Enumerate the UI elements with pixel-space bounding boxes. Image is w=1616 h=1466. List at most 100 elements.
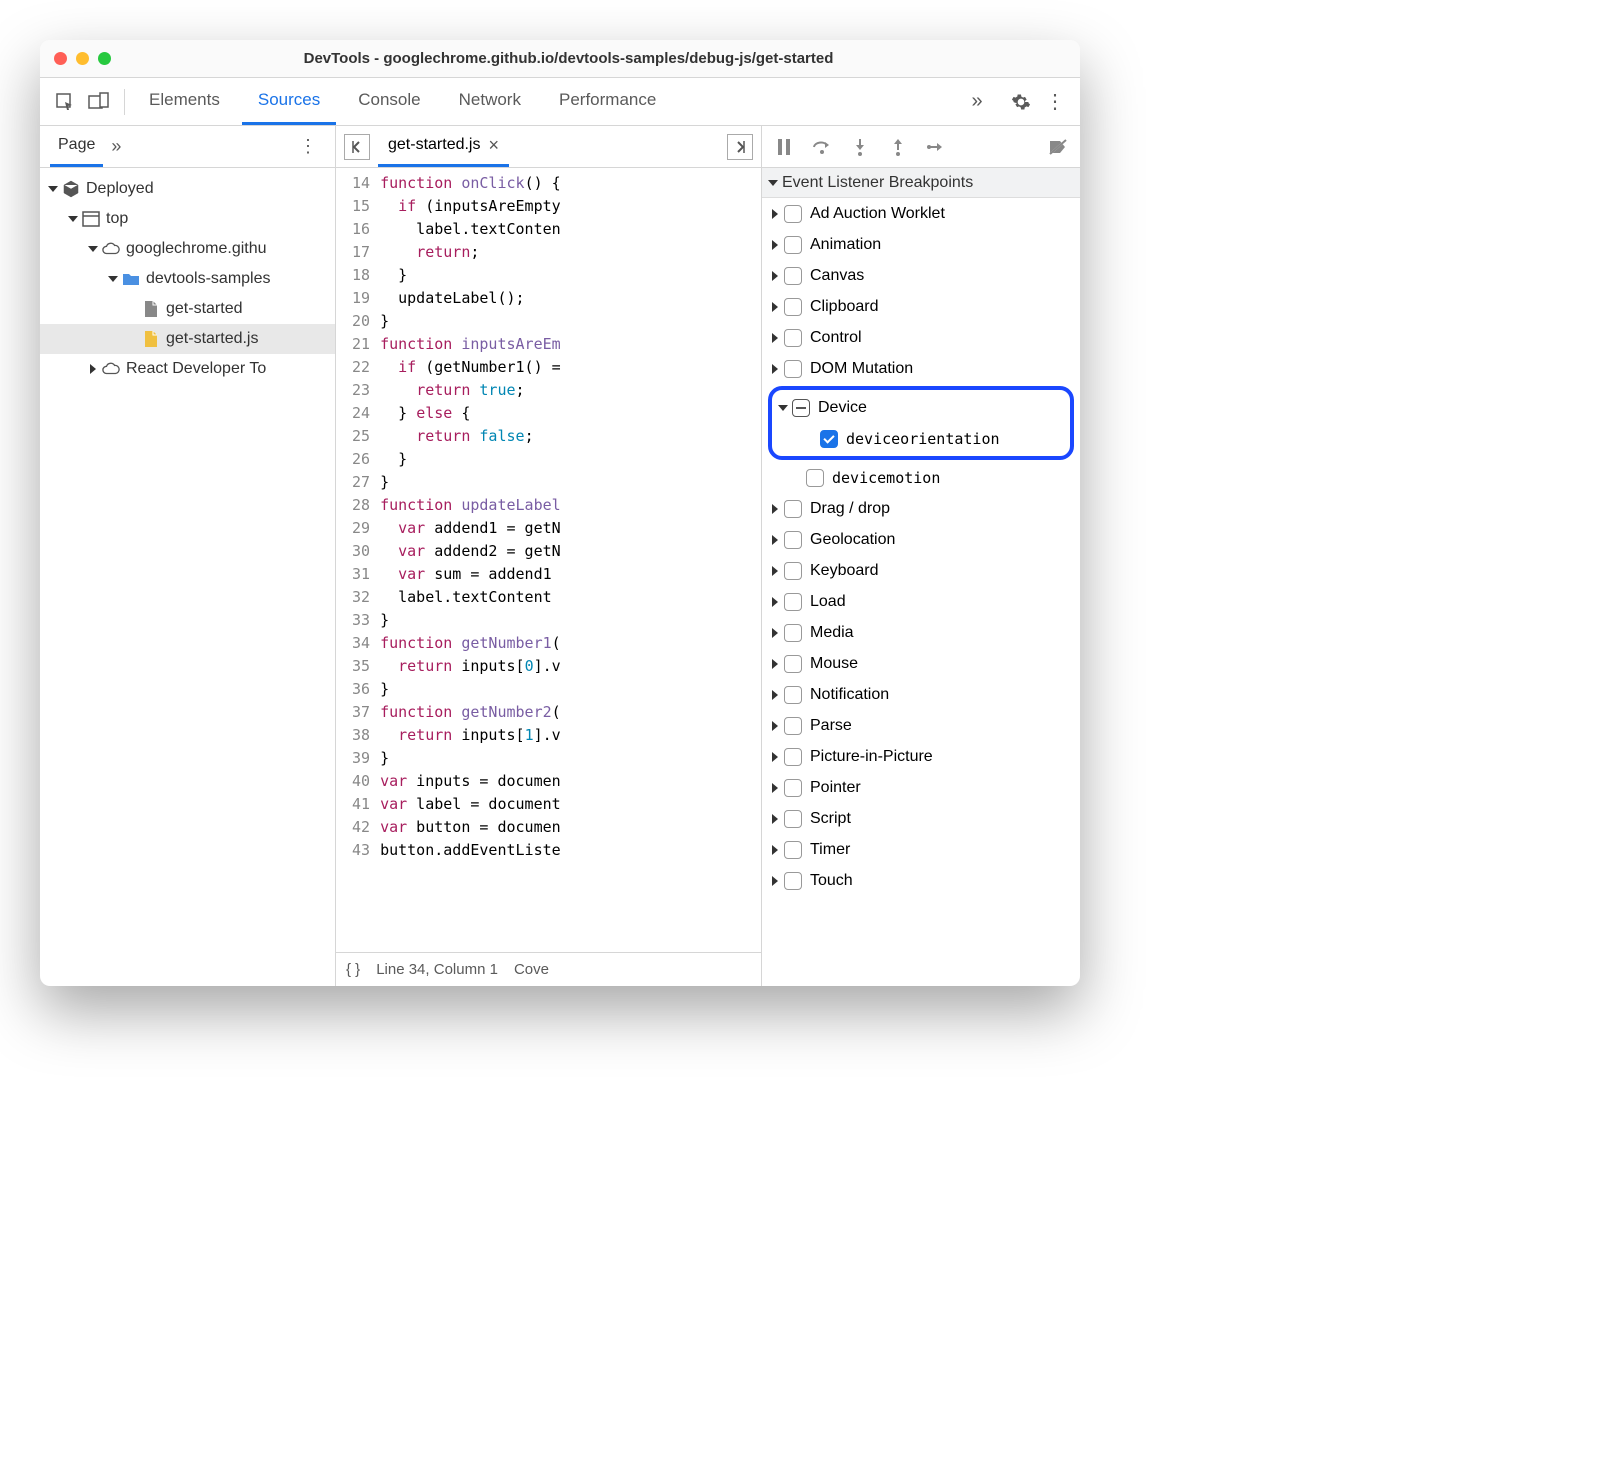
- disclosure-icon: [772, 783, 778, 793]
- tree-item-label: React Developer To: [126, 360, 266, 378]
- step-into-icon[interactable]: [848, 135, 872, 159]
- deactivate-breakpoints-icon[interactable]: [1046, 135, 1070, 159]
- breakpoint-label: Geolocation: [810, 531, 895, 549]
- tree-item[interactable]: googlechrome.githu: [40, 234, 335, 264]
- breakpoint-categories: Ad Auction WorkletAnimationCanvasClipboa…: [762, 198, 1080, 986]
- checkbox[interactable]: [784, 686, 802, 704]
- settings-gear-icon[interactable]: [1004, 85, 1038, 119]
- more-tabs-icon[interactable]: »: [960, 85, 994, 119]
- code-lines[interactable]: function onClick() { if (inputsAreEmpty …: [380, 168, 561, 952]
- cursor-position: Line 34, Column 1: [376, 961, 498, 978]
- breakpoints-section-header[interactable]: Event Listener Breakpoints: [762, 168, 1080, 198]
- checkbox[interactable]: [784, 205, 802, 223]
- tree-item-label: googlechrome.githu: [126, 240, 267, 258]
- checkbox[interactable]: [784, 329, 802, 347]
- checkbox[interactable]: [784, 562, 802, 580]
- tab-network[interactable]: Network: [443, 78, 537, 125]
- breakpoint-category[interactable]: Notification: [762, 679, 1080, 710]
- editor-statusbar: { } Line 34, Column 1 Cove: [336, 952, 761, 986]
- folder-icon: [122, 270, 140, 288]
- nav-forward-icon[interactable]: [727, 134, 753, 160]
- breakpoint-category[interactable]: Load: [762, 586, 1080, 617]
- breakpoint-category[interactable]: Media: [762, 617, 1080, 648]
- checkbox[interactable]: [784, 779, 802, 797]
- close-window-button[interactable]: [54, 52, 67, 65]
- checkbox[interactable]: [784, 298, 802, 316]
- close-tab-icon[interactable]: ×: [488, 135, 499, 156]
- breakpoint-label: Drag / drop: [810, 500, 890, 518]
- checkbox[interactable]: [820, 430, 838, 448]
- breakpoint-category[interactable]: Clipboard: [762, 291, 1080, 322]
- tree-item[interactable]: devtools-samples: [40, 264, 335, 294]
- breakpoint-category[interactable]: Picture-in-Picture: [762, 741, 1080, 772]
- checkbox[interactable]: [784, 267, 802, 285]
- sidebar-kebab-icon[interactable]: ⋮: [291, 130, 325, 164]
- breakpoint-category[interactable]: Keyboard: [762, 555, 1080, 586]
- tree-item[interactable]: get-started.js: [40, 324, 335, 354]
- breakpoint-event[interactable]: devicemotion: [762, 462, 1080, 493]
- tree-item[interactable]: get-started: [40, 294, 335, 324]
- tab-elements[interactable]: Elements: [133, 78, 236, 125]
- checkbox[interactable]: [784, 593, 802, 611]
- pause-icon[interactable]: [772, 135, 796, 159]
- breakpoint-category[interactable]: Ad Auction Worklet: [762, 198, 1080, 229]
- disclosure-icon: [772, 628, 778, 638]
- box-icon: [62, 180, 80, 198]
- breakpoint-category[interactable]: Canvas: [762, 260, 1080, 291]
- format-icon[interactable]: { }: [346, 961, 360, 978]
- nav-back-icon[interactable]: [344, 134, 370, 160]
- tab-sources[interactable]: Sources: [242, 78, 336, 125]
- device-toggle-icon[interactable]: [82, 85, 116, 119]
- disclosure-icon: [772, 814, 778, 824]
- breakpoint-category[interactable]: Animation: [762, 229, 1080, 260]
- breakpoint-category[interactable]: Device: [776, 392, 1066, 423]
- checkbox[interactable]: [784, 841, 802, 859]
- minimize-window-button[interactable]: [76, 52, 89, 65]
- tree-item[interactable]: Deployed: [40, 174, 335, 204]
- breakpoint-label: Touch: [810, 872, 853, 890]
- breakpoint-category[interactable]: Touch: [762, 865, 1080, 896]
- checkbox[interactable]: [784, 531, 802, 549]
- breakpoint-event-label: devicemotion: [832, 469, 940, 487]
- breakpoint-category[interactable]: Mouse: [762, 648, 1080, 679]
- breakpoint-category[interactable]: Pointer: [762, 772, 1080, 803]
- editor-tab[interactable]: get-started.js ×: [378, 126, 509, 167]
- tree-item[interactable]: top: [40, 204, 335, 234]
- breakpoint-category[interactable]: Drag / drop: [762, 493, 1080, 524]
- step-out-icon[interactable]: [886, 135, 910, 159]
- step-icon[interactable]: [924, 135, 948, 159]
- sidebar-more-icon[interactable]: »: [111, 136, 121, 157]
- tree-item[interactable]: React Developer To: [40, 354, 335, 384]
- breakpoint-label: Control: [810, 329, 862, 347]
- breakpoint-category[interactable]: Script: [762, 803, 1080, 834]
- checkbox[interactable]: [784, 655, 802, 673]
- checkbox[interactable]: [784, 748, 802, 766]
- checkbox[interactable]: [784, 872, 802, 890]
- checkbox[interactable]: [784, 360, 802, 378]
- checkbox[interactable]: [784, 236, 802, 254]
- disclosure-icon: [108, 276, 118, 282]
- inspect-element-icon[interactable]: [48, 85, 82, 119]
- disclosure-icon: [48, 186, 58, 192]
- breakpoint-category[interactable]: DOM Mutation: [762, 353, 1080, 384]
- breakpoint-category[interactable]: Control: [762, 322, 1080, 353]
- checkbox[interactable]: [784, 810, 802, 828]
- breakpoint-category[interactable]: Timer: [762, 834, 1080, 865]
- sidebar-tab-page[interactable]: Page: [50, 126, 103, 167]
- zoom-window-button[interactable]: [98, 52, 111, 65]
- checkbox[interactable]: [784, 500, 802, 518]
- checkbox[interactable]: [784, 717, 802, 735]
- tab-performance[interactable]: Performance: [543, 78, 672, 125]
- breakpoint-event-label: deviceorientation: [846, 430, 1000, 448]
- devtools-toolbar: ElementsSourcesConsoleNetworkPerformance…: [40, 78, 1080, 126]
- breakpoint-category[interactable]: Geolocation: [762, 524, 1080, 555]
- tree-item-label: top: [106, 210, 128, 228]
- tab-console[interactable]: Console: [342, 78, 436, 125]
- breakpoint-category[interactable]: Parse: [762, 710, 1080, 741]
- step-over-icon[interactable]: [810, 135, 834, 159]
- checkbox[interactable]: [792, 399, 810, 417]
- checkbox[interactable]: [784, 624, 802, 642]
- breakpoint-event[interactable]: deviceorientation: [776, 423, 1066, 454]
- checkbox[interactable]: [806, 469, 824, 487]
- kebab-menu-icon[interactable]: ⋮: [1038, 85, 1072, 119]
